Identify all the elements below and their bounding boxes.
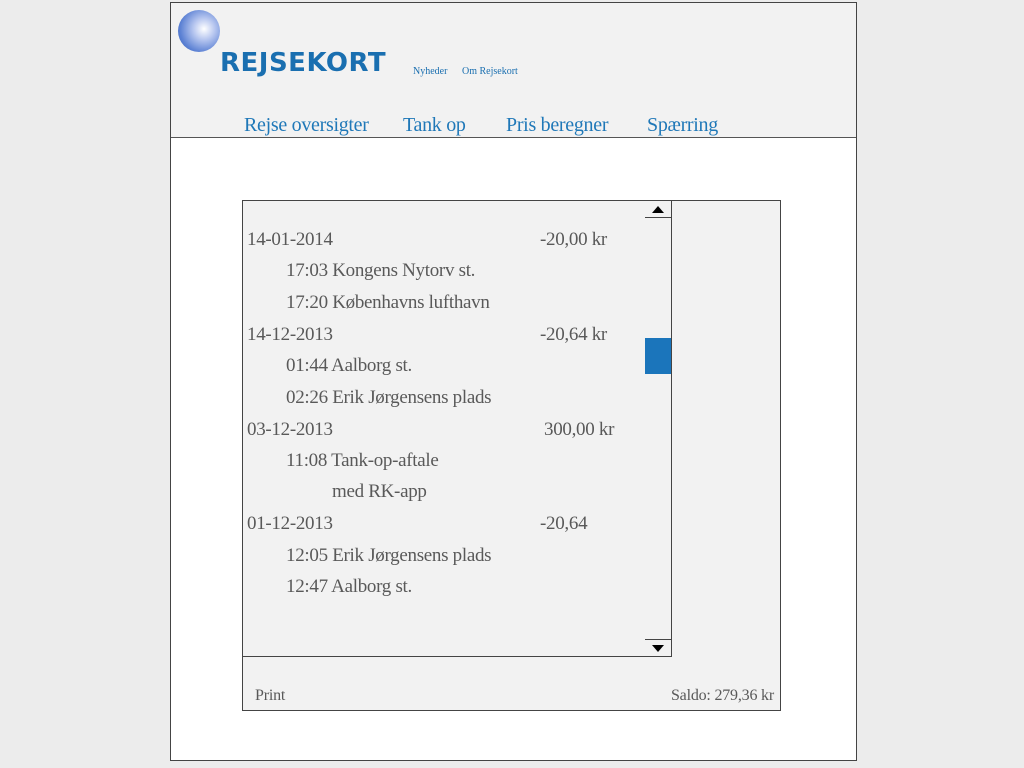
brand-logo-text: REJSEKORT: [220, 48, 387, 78]
scroll-up-button[interactable]: [645, 201, 671, 218]
link-nyheder[interactable]: Nyheder: [413, 66, 447, 77]
transaction-entry: 01:44 Aalborg st.: [286, 355, 412, 376]
transaction-amount: -20,00 kr: [540, 229, 607, 250]
vertical-scrollbar[interactable]: [645, 201, 672, 657]
nav-tank-op[interactable]: Tank op: [403, 114, 466, 137]
app-window: REJSEKORT Nyheder Om Rejsekort Rejse ove…: [170, 2, 857, 761]
transaction-entry: 12:47 Aalborg st.: [286, 576, 412, 597]
transaction-date: 14-12-2013: [247, 324, 333, 345]
transaction-date: 14-01-2014: [247, 229, 333, 250]
transaction-entry: 17:20 Københavns lufthavn: [286, 292, 490, 313]
transaction-entry: 12:05 Erik Jørgensens plads: [286, 545, 492, 566]
transaction-date: 01-12-2013: [247, 513, 333, 534]
transaction-amount: -20,64: [540, 513, 588, 534]
transaction-entry: 02:26 Erik Jørgensens plads: [286, 387, 492, 408]
print-link[interactable]: Print: [255, 687, 285, 705]
nav-rejse-oversigter[interactable]: Rejse oversigter: [244, 114, 369, 137]
transaction-date: 03-12-2013: [247, 419, 333, 440]
link-om-rejsekort[interactable]: Om Rejsekort: [462, 66, 518, 77]
nav-spaerring[interactable]: Spærring: [647, 114, 718, 137]
arrow-down-icon: [652, 645, 664, 652]
arrow-up-icon: [652, 206, 664, 213]
nav-pris-beregner[interactable]: Pris beregner: [506, 114, 608, 137]
scroll-down-button[interactable]: [645, 639, 671, 656]
transaction-amount: -20,64 kr: [540, 324, 607, 345]
transaction-entry: 17:03 Kongens Nytorv st.: [286, 260, 476, 281]
scrollbar-thumb[interactable]: [645, 338, 671, 374]
travel-overview-panel: 14-01-2014 -20,00 kr 17:03 Kongens Nytor…: [242, 200, 781, 711]
transaction-entry: 11:08 Tank-op-aftale: [286, 450, 439, 471]
logo-icon: [178, 10, 220, 52]
transaction-list[interactable]: 14-01-2014 -20,00 kr 17:03 Kongens Nytor…: [243, 201, 646, 657]
transaction-amount: 300,00 kr: [544, 419, 615, 440]
transaction-entry: med RK-app: [332, 481, 427, 502]
balance-label: Saldo: 279,36 kr: [670, 687, 774, 704]
header: REJSEKORT Nyheder Om Rejsekort Rejse ove…: [171, 3, 856, 138]
